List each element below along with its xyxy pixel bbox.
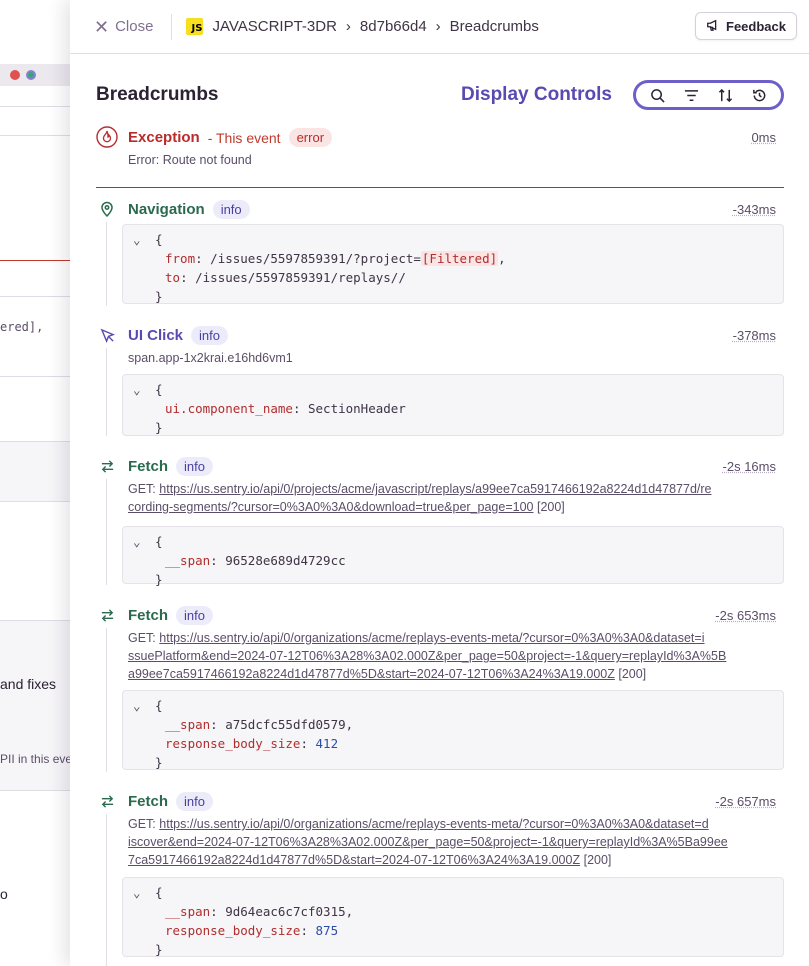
breadcrumb-timestamp[interactable]: -378ms (733, 328, 776, 343)
breadcrumb-item-exception[interactable]: Exception - This event error 0ms Error: … (96, 126, 784, 188)
breadcrumb-item-ui-click[interactable]: UI Click info -378ms span.app-1x2krai.e1… (96, 324, 784, 436)
breadcrumb-type: Fetch (128, 607, 169, 624)
cursor-click-icon (96, 324, 118, 346)
background-fragment-short: o (0, 886, 8, 902)
breadcrumb-event[interactable]: 8d7b66d4 (360, 18, 427, 35)
breadcrumb-description: Error: Route not found (128, 153, 252, 167)
filter-icon[interactable] (681, 85, 701, 105)
status-dot-green (26, 70, 36, 80)
display-controls (633, 80, 784, 110)
display-controls-label: Display Controls (461, 84, 612, 105)
chevron-down-icon[interactable]: ⌄ (133, 883, 155, 902)
breadcrumb-type: Fetch (128, 793, 169, 810)
breadcrumb-description: span.app-1x2krai.e16hd6vm1 (128, 351, 293, 365)
breadcrumb-data: ⌄{ __span: 96528e689d4729cc } (122, 526, 784, 587)
breadcrumb-timestamp[interactable]: 0ms (751, 130, 776, 145)
breadcrumb: JS JAVASCRIPT-3DR › 8d7b66d4 › Breadcrum… (186, 18, 539, 35)
time-format-icon[interactable] (750, 85, 770, 105)
request-url-link[interactable]: https://us.sentry.io/api/0/projects/acme… (128, 482, 712, 514)
javascript-icon: JS (186, 18, 204, 35)
breadcrumb-item-fetch[interactable]: Fetch info -2s 657ms GET: https://us.sen… (96, 790, 784, 966)
arrows-exchange-icon (96, 455, 118, 477)
arrows-exchange-icon (96, 604, 118, 626)
background-fragment-pii: PII in this eve (0, 752, 73, 766)
breadcrumb-item-navigation[interactable]: Navigation info -343ms ⌄{ from: /issues/… (96, 198, 784, 306)
breadcrumb-timestamp[interactable]: -343ms (733, 202, 776, 217)
breadcrumb-description: GET: https://us.sentry.io/api/0/projects… (128, 482, 712, 514)
breadcrumb-project[interactable]: JAVASCRIPT-3DR (212, 18, 336, 35)
level-badge: info (176, 457, 213, 476)
feedback-button[interactable]: Feedback (695, 12, 797, 40)
breadcrumb-data: ⌄{ from: /issues/5597859391/?project=[Fi… (122, 224, 784, 304)
close-button[interactable]: ✕ Close (94, 18, 153, 36)
level-badge: info (212, 200, 250, 219)
breadcrumbs-drawer: ✕ Close JS JAVASCRIPT-3DR › 8d7b66d4 › B… (70, 0, 809, 966)
location-pin-icon (96, 198, 118, 220)
breadcrumb-timestamp[interactable]: -2s 657ms (715, 794, 776, 809)
breadcrumbs-section-header: Breadcrumbs Display Controls (70, 54, 809, 122)
breadcrumb-data: ⌄{ __span: a75dcfc55dfd0579, response_bo… (122, 690, 784, 770)
chevron-down-icon[interactable]: ⌄ (133, 230, 155, 249)
background-fragment-code: ered], (0, 320, 44, 334)
breadcrumb-item-fetch[interactable]: Fetch info -2s 16ms GET: https://us.sent… (96, 455, 784, 587)
level-badge: error (288, 128, 333, 147)
breadcrumb-item-fetch[interactable]: Fetch info -2s 653ms GET: https://us.sen… (96, 604, 784, 772)
level-badge: info (176, 792, 213, 811)
sort-icon[interactable] (716, 85, 736, 105)
this-event-label: - This event (207, 129, 281, 146)
chevron-down-icon[interactable]: ⌄ (133, 380, 155, 399)
search-icon[interactable] (647, 85, 667, 105)
background-fragment-text: and fixes (0, 676, 57, 692)
breadcrumb-description: GET: https://us.sentry.io/api/0/organiza… (128, 631, 727, 681)
breadcrumb-data: ⌄{ __span: 9d64eac6c7cf0315, response_bo… (122, 877, 784, 957)
breadcrumb-type: UI Click (128, 327, 184, 344)
breadcrumb-data: ⌄{ ui.component_name: SectionHeader } (122, 374, 784, 436)
breadcrumb-description: GET: https://us.sentry.io/api/0/organiza… (128, 817, 728, 867)
arrows-exchange-icon (96, 790, 118, 812)
breadcrumb-timestamp[interactable]: -2s 653ms (715, 608, 776, 623)
chevron-right-icon: › (345, 18, 351, 35)
chevron-down-icon[interactable]: ⌄ (133, 696, 155, 715)
drawer-header: ✕ Close JS JAVASCRIPT-3DR › 8d7b66d4 › B… (70, 0, 809, 54)
level-badge: info (191, 326, 228, 345)
close-icon: ✕ (94, 16, 110, 37)
section-title: Breadcrumbs (96, 84, 219, 105)
chevron-down-icon[interactable]: ⌄ (133, 532, 155, 551)
breadcrumb-type: Fetch (128, 458, 169, 475)
level-badge: info (176, 606, 213, 625)
breadcrumb-type: Navigation (128, 201, 205, 218)
megaphone-icon (706, 18, 720, 35)
status-dot-red (10, 70, 20, 80)
breadcrumb-timestamp[interactable]: -2s 16ms (723, 459, 776, 474)
fire-icon (96, 126, 118, 148)
breadcrumb-current: Breadcrumbs (449, 18, 539, 35)
breadcrumb-type: Exception (128, 129, 200, 146)
current-event-divider (96, 187, 784, 188)
request-url-link[interactable]: https://us.sentry.io/api/0/organizations… (128, 817, 728, 867)
chevron-right-icon: › (435, 18, 441, 35)
